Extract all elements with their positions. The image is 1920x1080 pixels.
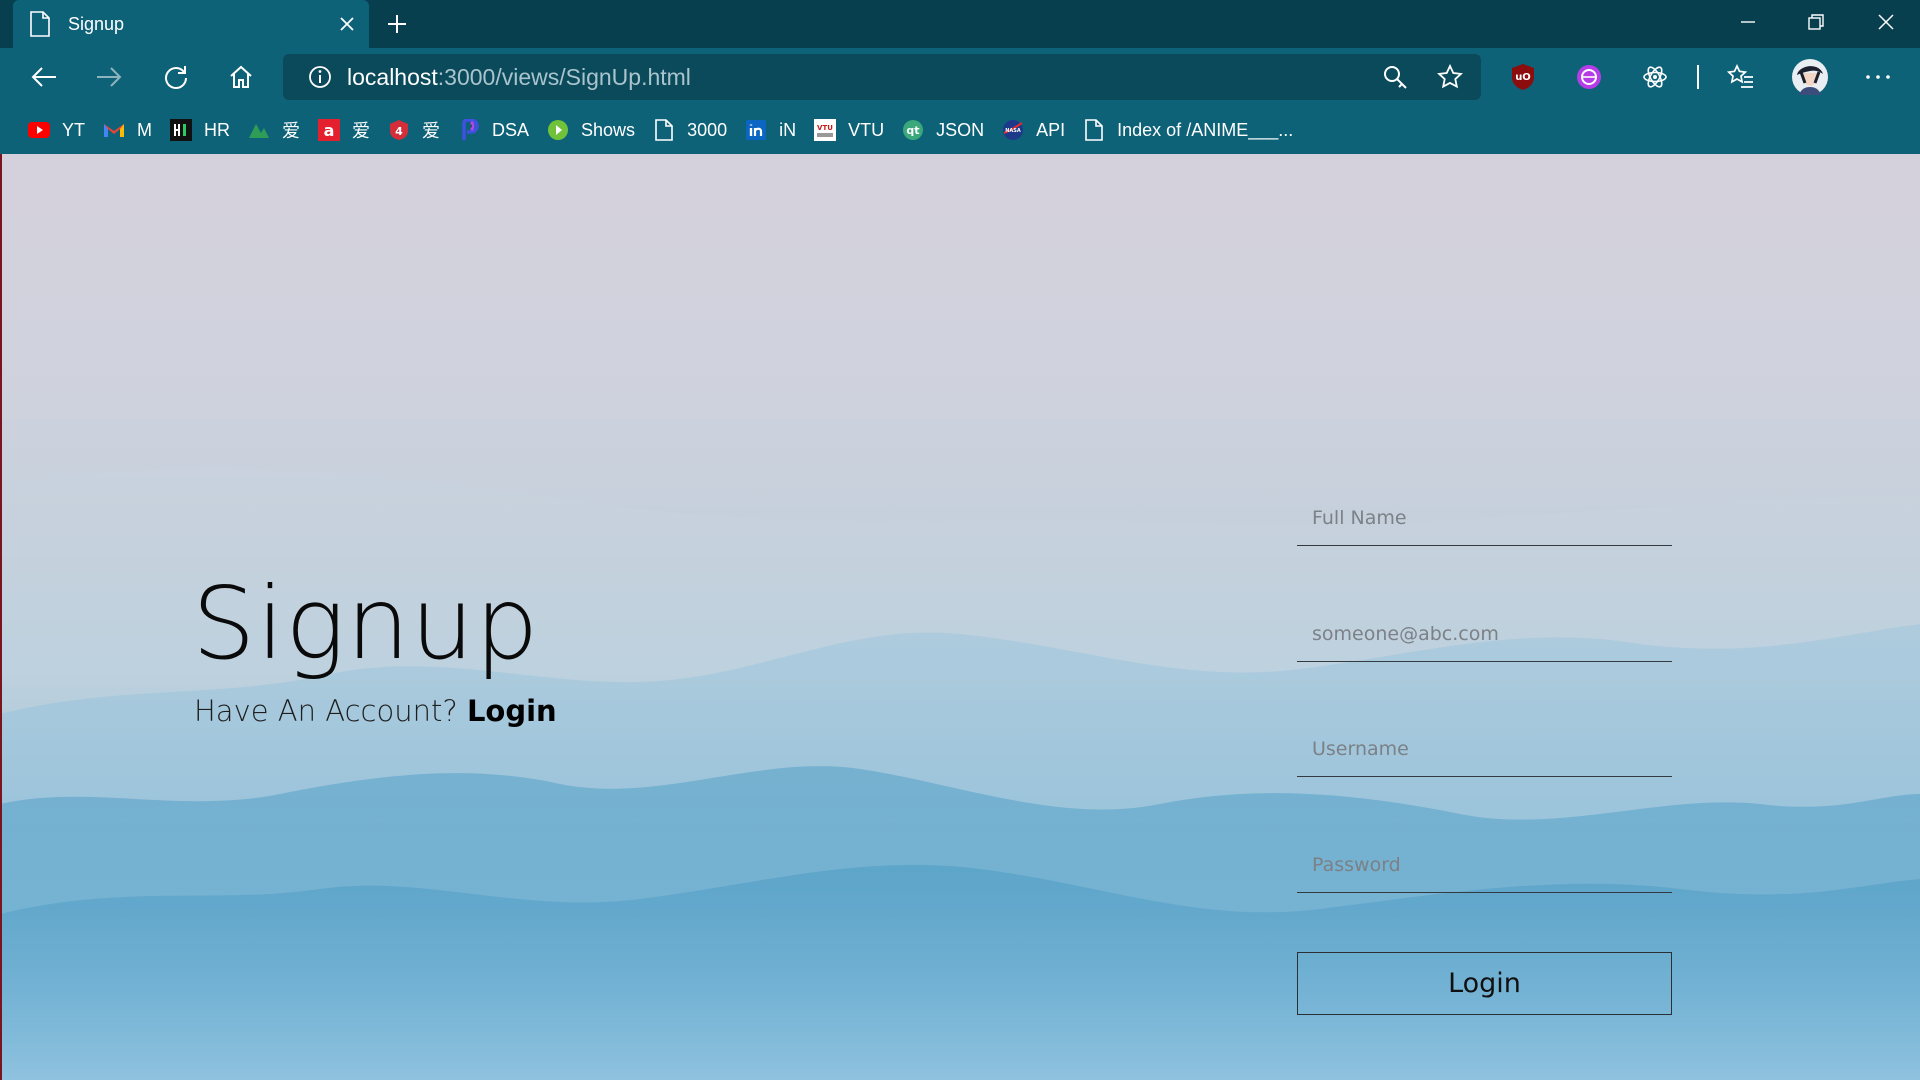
svg-text:qt: qt: [907, 124, 920, 137]
more-icon[interactable]: [1855, 54, 1901, 100]
favorites-icon[interactable]: [1718, 54, 1764, 100]
bookmark-hackerrank[interactable]: HR: [164, 112, 236, 148]
page-icon: [1083, 119, 1105, 141]
svg-text:uO: uO: [1515, 72, 1531, 83]
minimize-button[interactable]: [1714, 0, 1782, 44]
back-arrow-icon: [31, 67, 56, 87]
green-play-icon: [547, 119, 569, 141]
username-input[interactable]: [1297, 721, 1672, 777]
svg-text:4: 4: [395, 125, 403, 138]
green-mountain-icon: [248, 119, 270, 141]
restore-button[interactable]: [1782, 0, 1850, 44]
purple-extension-icon[interactable]: [1566, 54, 1612, 100]
login-link[interactable]: Login: [467, 694, 557, 728]
hackerrank-icon: [170, 119, 193, 141]
bookmark-label: 爱: [282, 121, 301, 141]
page-icon: [29, 11, 51, 37]
bookmark-blue-p[interactable]: DSA: [452, 112, 535, 148]
have-account-text: Have An Account? Login: [194, 694, 557, 728]
bookmark-green-play[interactable]: Shows: [541, 112, 641, 148]
restore-icon: [1808, 14, 1824, 30]
gmail-icon: [103, 119, 125, 141]
bookmark-label: Shows: [581, 119, 636, 140]
new-tab-button[interactable]: [379, 6, 415, 42]
bookmark-label: M: [137, 119, 153, 140]
url-host: localhost: [347, 63, 438, 90]
bookmark-linkedin[interactable]: iN: [739, 112, 802, 148]
nasa-icon: NASA: [1002, 119, 1024, 141]
page-title: Signup: [192, 565, 540, 682]
browser-titlebar: Signup: [0, 0, 1920, 48]
forward-button[interactable]: [86, 54, 132, 100]
bookmarks-bar: YT M HR 爱 a 爱 4 爱 DSA Shows 3000 iN VTU VTU qt JSON NASA…: [0, 106, 1920, 154]
linkedin-icon: [745, 119, 767, 141]
page-left-edge: [0, 154, 2, 1080]
red-a-icon: a: [318, 119, 341, 141]
info-icon[interactable]: [297, 54, 343, 100]
bookmark-red-shield[interactable]: 4爱: [382, 112, 446, 148]
youtube-icon: [28, 119, 50, 141]
blue-p-icon: [458, 119, 480, 141]
close-icon: [1878, 14, 1894, 30]
back-button[interactable]: [21, 54, 67, 100]
minimize-icon: [1741, 21, 1755, 23]
bookmark-label: JSON: [936, 119, 985, 140]
refresh-icon: [165, 66, 187, 89]
bookmark-label: API: [1036, 119, 1066, 140]
tab-title: Signup: [68, 13, 125, 34]
star-icon[interactable]: [1427, 54, 1473, 100]
close-icon[interactable]: [327, 4, 367, 44]
react-devtools-icon[interactable]: [1632, 54, 1678, 100]
tab-signup[interactable]: Signup: [13, 0, 369, 48]
refresh-button[interactable]: [153, 54, 199, 100]
bookmark-label: 爱: [422, 121, 441, 141]
vtu-icon: VTU: [814, 119, 837, 141]
forward-arrow-icon: [97, 67, 122, 87]
bookmark-label: HR: [204, 119, 231, 140]
home-button[interactable]: [218, 54, 264, 100]
profile-avatar-icon[interactable]: [1787, 54, 1833, 100]
svg-text:NASA: NASA: [1005, 128, 1021, 134]
toolbar-divider: [1697, 65, 1699, 89]
url-text[interactable]: localhost:3000/views/SignUp.html: [347, 64, 691, 91]
svg-text:VTU: VTU: [817, 124, 833, 132]
bookmark-label: 3000: [687, 119, 728, 140]
bookmark-gmail[interactable]: M: [97, 112, 158, 148]
bookmark-label: iN: [779, 119, 797, 140]
home-icon: [230, 65, 252, 88]
have-account-label: Have An Account?: [194, 694, 458, 728]
browser-toolbar: localhost:3000/views/SignUp.html uO: [0, 48, 1920, 106]
bookmark-label: YT: [62, 119, 86, 140]
url-path: :3000/views/SignUp.html: [437, 63, 691, 90]
bookmark-green-mountain[interactable]: 爱: [242, 112, 306, 148]
bookmark-qt[interactable]: qt JSON: [896, 112, 990, 148]
key-search-icon[interactable]: [1372, 54, 1418, 100]
bookmark-youtube[interactable]: YT: [22, 112, 91, 148]
plus-icon: [388, 15, 406, 33]
bookmark-nasa[interactable]: NASA API: [996, 112, 1071, 148]
window-close-button[interactable]: [1852, 0, 1920, 44]
login-submit-button[interactable]: Login: [1297, 952, 1672, 1015]
bookmark-page[interactable]: Index of /ANIME___...: [1077, 112, 1299, 148]
password-input[interactable]: [1297, 837, 1672, 893]
bookmark-page[interactable]: 3000: [647, 112, 733, 148]
email-input[interactable]: [1297, 606, 1672, 662]
signup-page: Signup Have An Account? Login Login: [0, 154, 1920, 1080]
bookmark-vtu[interactable]: VTU VTU: [808, 112, 890, 148]
ublock-icon[interactable]: uO: [1500, 54, 1546, 100]
full-name-input[interactable]: [1297, 490, 1672, 546]
qt-icon: qt: [902, 119, 924, 141]
page-icon: [653, 119, 675, 141]
address-bar[interactable]: localhost:3000/views/SignUp.html: [283, 54, 1481, 100]
bookmark-label: VTU: [848, 119, 885, 140]
red-shield-icon: 4: [388, 119, 410, 141]
bookmark-red-a[interactable]: a爱: [312, 112, 376, 148]
bookmark-label: DSA: [492, 119, 530, 140]
bookmark-label: 爱: [352, 121, 371, 141]
svg-text:a: a: [324, 121, 335, 140]
bookmark-label: Index of /ANIME___...: [1117, 119, 1294, 140]
